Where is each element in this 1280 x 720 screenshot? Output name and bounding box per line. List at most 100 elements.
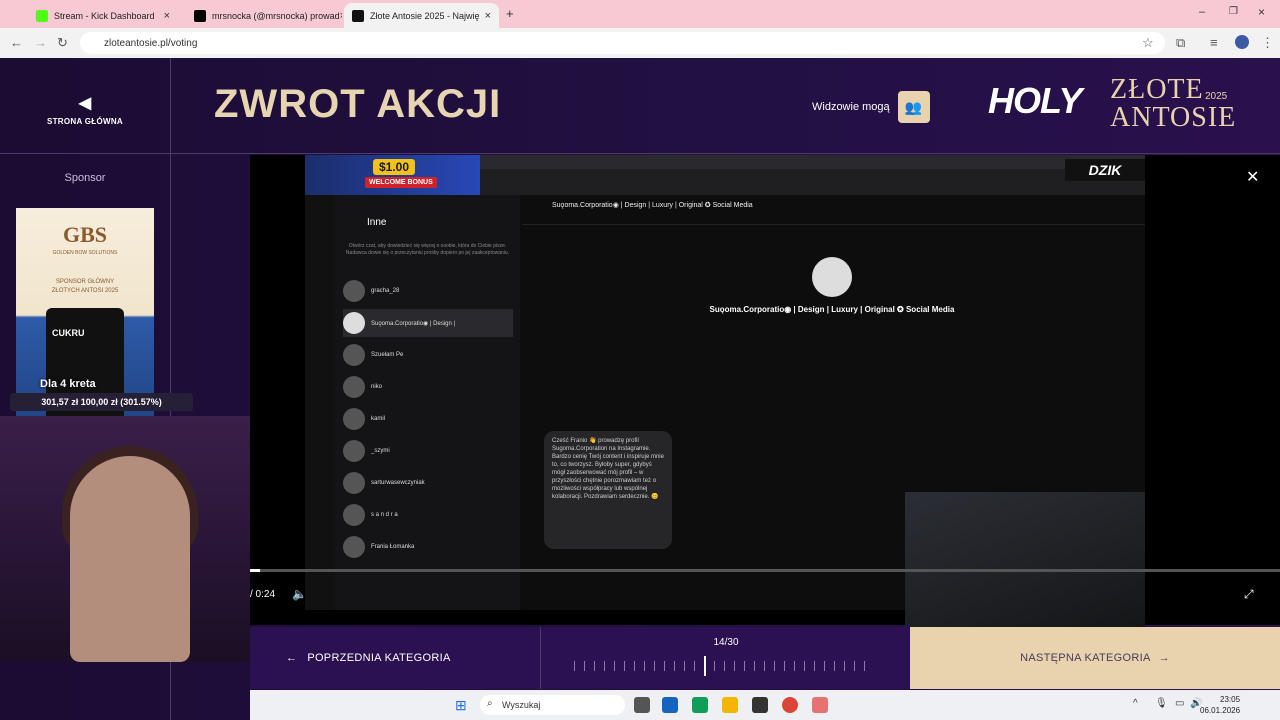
bookmark-star-icon[interactable]: ☆ (1142, 35, 1154, 51)
task-view-icon[interactable] (634, 697, 650, 713)
obs-icon[interactable] (752, 697, 768, 713)
tray-chevron-icon[interactable]: ^ (1133, 698, 1138, 709)
viewers-label: Widzowie mogą (812, 101, 890, 113)
network-icon[interactable]: ▭ (1175, 698, 1184, 709)
new-tab-icon[interactable]: + (506, 6, 514, 21)
windows-taskbar: ⊞ ⌕ Wyszukaj ^ 🎙 ▭ 🔊 23:05 06.01.2026 (250, 690, 1280, 720)
file-explorer-icon[interactable] (722, 697, 738, 713)
ad-can-label: CUKRU (52, 328, 85, 338)
category-tick (664, 661, 665, 671)
edge-icon[interactable] (692, 697, 708, 713)
extensions-icon[interactable]: ⧉ (1176, 35, 1185, 51)
avatar (343, 472, 365, 494)
bonus-amount: $1.00 (373, 159, 416, 175)
sponsor-label: Sponsor (64, 172, 106, 184)
streamer-webcam (0, 416, 250, 662)
forward-icon[interactable]: → (34, 35, 47, 50)
category-tick (684, 661, 685, 671)
next-category-button[interactable]: NASTĘPNA KATEGORIA → (910, 627, 1280, 689)
category-tick (654, 661, 655, 671)
category-tick (574, 661, 575, 671)
viewers-vote: Widzowie mogą 👥 (812, 91, 930, 123)
avatar (343, 376, 365, 398)
browser-tab-bar: Stream - Kick Dashboard × mrsnocka (@mrs… (0, 0, 1280, 28)
browser-tab-active[interactable]: Złote Antosie 2025 - Najwię × (344, 3, 499, 28)
chat-profile-name: Suǫoma.Corporatio◉ | Design | Luxury | O… (709, 305, 955, 314)
browser-tab[interactable]: Stream - Kick Dashboard × (28, 3, 178, 28)
list-item: s a n d r a (343, 501, 513, 529)
list-item: Szuełam Pe (343, 341, 513, 369)
category-tick (624, 661, 625, 671)
category-tick (644, 661, 645, 671)
category-tick (614, 661, 615, 671)
close-icon[interactable]: × (485, 10, 491, 22)
donation-goal: 301,57 zł 100,00 zł (301.57%) (10, 393, 193, 411)
category-tick (834, 661, 835, 671)
category-tick (774, 661, 775, 671)
tiktok-icon (194, 9, 206, 22)
search-icon: ⌕ (487, 698, 493, 709)
browser-tab[interactable]: mrsnocka (@mrsnocka) prowad × (186, 3, 342, 28)
next-label: NASTĘPNA KATEGORIA (1020, 652, 1151, 664)
video-progress-bar[interactable] (250, 569, 1280, 572)
restore-icon[interactable]: ❐ (1229, 6, 1238, 17)
category-tick (674, 661, 675, 671)
category-tick (864, 661, 865, 671)
ig-list-title: Inne (367, 217, 387, 228)
donation-text: Dla 4 kreta (40, 378, 96, 390)
category-tick (854, 661, 855, 671)
streamer-webcam-clip (905, 492, 1145, 628)
category-tick (724, 661, 725, 671)
category-progress: 14/30 (540, 627, 910, 689)
category-ticks (541, 627, 911, 689)
close-icon[interactable]: ✕ (1246, 167, 1259, 187)
home-label: STRONA GŁÓWNA (46, 117, 124, 126)
webcam-person (70, 456, 190, 662)
chat-header: Suǫoma.Corporatio◉ | Design | Luxury | O… (522, 195, 1145, 225)
arrow-left-icon: ← (286, 652, 298, 664)
profile-avatar[interactable] (1235, 35, 1249, 49)
chrome-icon[interactable] (782, 697, 798, 713)
instagram-requests-list: Inne Otwórz czat, aby dowiedzieć się wię… (335, 195, 520, 610)
close-icon[interactable]: × (164, 10, 170, 22)
reload-icon[interactable]: ↻ (57, 35, 68, 51)
instagram-rail (305, 195, 335, 610)
category-tick (844, 661, 845, 671)
menu-icon[interactable]: ⋮ (1261, 35, 1274, 51)
category-tick (704, 656, 706, 676)
video-player[interactable]: $1.00 WELCOME BONUS DZIK Inne Otwórz cza… (250, 155, 1280, 628)
url-text: zloteantosie.pl/voting (104, 37, 198, 49)
close-window-icon[interactable]: × (1258, 5, 1265, 19)
home-link[interactable]: ◀ STRONA GŁÓWNA (40, 93, 130, 126)
url-bar[interactable]: zloteantosie.pl/voting (80, 32, 1165, 54)
arrow-right-icon: → (1158, 652, 1170, 664)
message-bubble: Cześć Franio 👋 prowadzę profil Sugoma.Co… (544, 431, 672, 549)
app-icon[interactable] (812, 697, 828, 713)
minimize-icon[interactable]: – (1199, 6, 1205, 18)
media-icon[interactable]: ≡ (1210, 35, 1218, 50)
back-icon[interactable]: ← (10, 35, 23, 50)
outlook-icon[interactable] (662, 697, 678, 713)
avatar (343, 408, 365, 430)
kick-icon (36, 9, 48, 22)
list-item: sarturwasewczyniak (343, 469, 513, 497)
close-icon[interactable]: × (340, 10, 342, 22)
category-title: ZWROT AKCJI (214, 82, 502, 126)
arrow-left-icon: ◀ (78, 95, 92, 112)
taskbar-clock[interactable]: 23:05 06.01.2026 (1200, 694, 1240, 716)
site-header: ◀ STRONA GŁÓWNA ZWROT AKCJI Widzowie mog… (0, 58, 1280, 154)
volume-icon[interactable]: 🔈 (292, 587, 307, 601)
windows-start-icon[interactable]: ⊞ (455, 697, 467, 714)
ad-brand-sub: GOLDEN BOW SOLUTIONS (52, 250, 118, 256)
avatar (343, 440, 365, 462)
fullscreen-icon[interactable]: ⤢ (1244, 587, 1254, 602)
previous-category-button[interactable]: ← POPRZEDNIA KATEGORIA (250, 627, 540, 689)
list-item: kamil (343, 405, 513, 433)
tab-title: mrsnocka (@mrsnocka) prowad (212, 10, 340, 21)
category-tick (804, 661, 805, 671)
taskbar-search[interactable]: ⌕ Wyszukaj (480, 695, 625, 715)
tab-title: Złote Antosie 2025 - Najwię (370, 10, 480, 21)
people-icon[interactable]: 👥 (897, 91, 930, 123)
dzik-logo: DZIK (1065, 159, 1145, 181)
microphone-icon[interactable]: 🎙 (1155, 698, 1168, 709)
